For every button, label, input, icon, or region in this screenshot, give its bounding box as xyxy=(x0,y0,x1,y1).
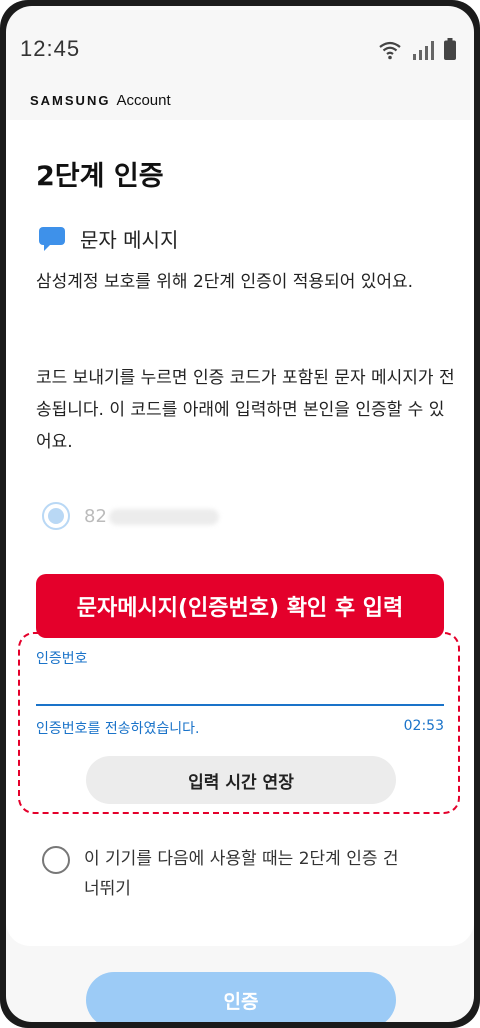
phone-number: 82 xyxy=(84,506,219,527)
code-field-label: 인증번호 xyxy=(36,651,88,667)
description-protection: 삼성계정 보호를 위해 2단계 인증이 적용되어 있어요. xyxy=(36,272,414,292)
method-label: 문자 메시지 xyxy=(80,228,179,252)
signal-icon xyxy=(413,41,434,60)
status-icons xyxy=(378,38,456,60)
device-frame: 12:45 SAMSUNG Account 2단계 인증 문자 메시지 삼성계정… xyxy=(0,0,480,1028)
code-sent-hint: 인증번호를 전송하였습니다. xyxy=(36,721,200,737)
brand-samsung: SAMSUNG xyxy=(30,93,111,108)
phone-number-redacted xyxy=(108,508,219,525)
skip-2fa-option[interactable]: 이 기기를 다음에 사용할 때는 2단계 인증 건너뛰기 xyxy=(42,846,414,904)
verification-method: 문자 메시지 xyxy=(38,224,178,253)
verify-button[interactable]: 인증 xyxy=(86,972,396,1022)
verification-code-input[interactable] xyxy=(36,666,444,706)
phone-prefix: 82 xyxy=(84,505,107,527)
samsung-account-logo: SAMSUNG Account xyxy=(30,92,171,109)
description-instructions: 코드 보내기를 누르면 인증 코드가 포함된 문자 메시지가 전송됩니다. 이 … xyxy=(36,368,455,452)
skip-label: 이 기기를 다음에 사용할 때는 2단계 인증 건너뛰기 xyxy=(84,849,399,899)
extend-time-button[interactable]: 입력 시간 연장 xyxy=(86,756,396,804)
screen: 12:45 SAMSUNG Account 2단계 인증 문자 메시지 삼성계정… xyxy=(6,6,474,1022)
phone-option[interactable]: 82 xyxy=(42,502,219,530)
brand-account: Account xyxy=(116,92,171,109)
radio-dot xyxy=(48,508,64,524)
wifi-icon xyxy=(379,41,401,60)
message-icon xyxy=(39,226,65,251)
status-time: 12:45 xyxy=(20,36,81,61)
countdown-timer: 02:53 xyxy=(403,718,444,734)
skip-radio[interactable] xyxy=(42,846,70,874)
page-title: 2단계 인증 xyxy=(36,161,164,192)
instruction-callout: 문자메시지(인증번호) 확인 후 입력 xyxy=(36,574,444,638)
status-bar: 12:45 xyxy=(6,6,474,86)
battery-icon xyxy=(444,38,456,60)
phone-radio[interactable] xyxy=(42,502,70,530)
